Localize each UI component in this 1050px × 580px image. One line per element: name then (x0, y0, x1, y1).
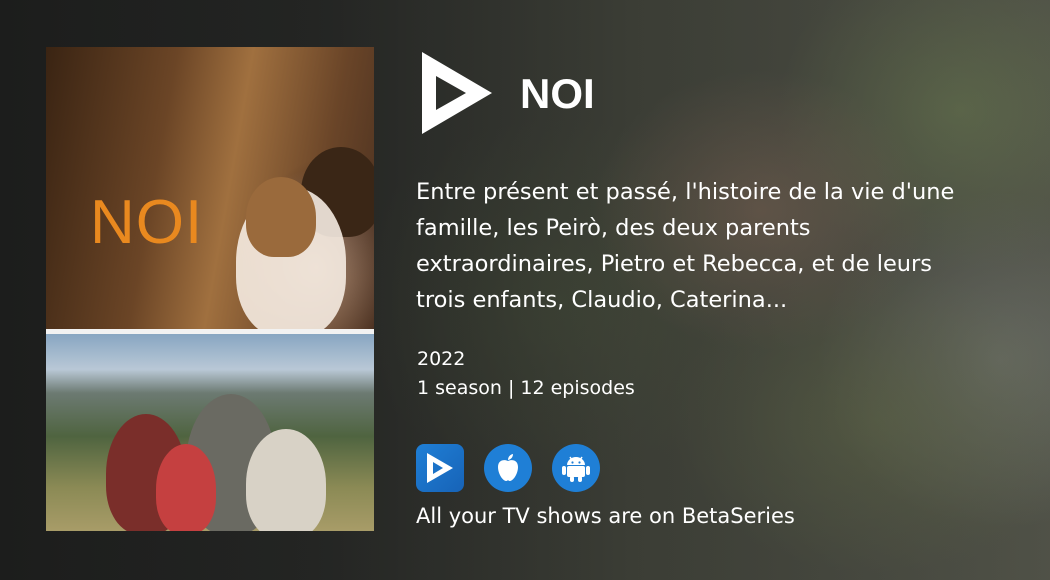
show-synopsis: Entre présent et passé, l'histoire de la… (416, 179, 955, 313)
poster-bottom-image (46, 334, 374, 531)
android-icon[interactable] (552, 444, 600, 492)
show-title: NOI (520, 70, 595, 117)
poster-top-image: NOI (46, 47, 374, 337)
show-year: 2022 (417, 348, 466, 370)
poster-figure (156, 444, 216, 531)
apple-icon[interactable] (484, 444, 532, 492)
betaseries-logo-icon[interactable] (418, 50, 496, 136)
poster-figure (246, 429, 326, 531)
show-seasons-episodes: 1 season | 12 episodes (417, 377, 635, 399)
poster-figure (246, 177, 316, 257)
poster-title: NOI (90, 188, 204, 257)
show-poster[interactable]: NOI (46, 47, 374, 531)
promo-text: All your TV shows are on BetaSeries (416, 504, 795, 528)
betaseries-app-icon[interactable] (416, 444, 464, 492)
